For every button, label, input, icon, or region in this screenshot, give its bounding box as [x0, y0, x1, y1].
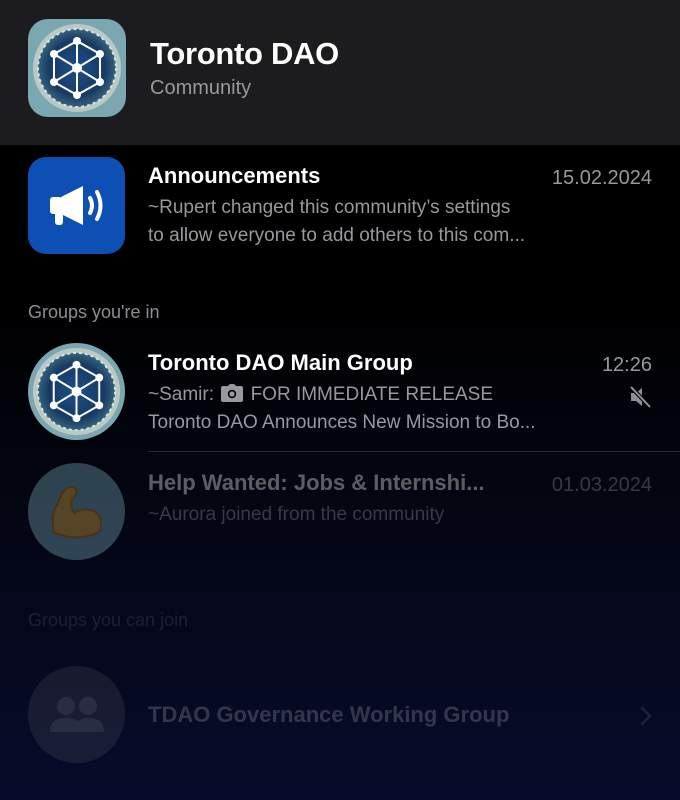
row-divider — [148, 451, 680, 452]
camera-icon — [221, 384, 244, 402]
megaphone-icon — [28, 157, 125, 254]
muted-speaker-icon — [628, 385, 652, 414]
announcements-row[interactable]: Announcements 15.02.2024 ~Rupert changed… — [0, 145, 680, 265]
group-preview-line1: ~Aurora joined from the community — [148, 504, 445, 525]
flexed-biceps-icon — [28, 463, 125, 560]
joinable-group-row[interactable]: TDAO Governance Working Group — [0, 660, 680, 770]
chevron-right-icon — [640, 706, 652, 731]
people-icon — [28, 666, 125, 763]
section-groups-in: Groups you're in — [28, 302, 160, 322]
group-row-main[interactable]: Toronto DAO Main Group 12:26 ~Samir: FOR… — [0, 335, 680, 450]
sender-name: ~Samir: — [148, 384, 214, 405]
announcements-time: 15.02.2024 — [551, 167, 652, 189]
joinable-group-name: TDAO Governance Working Group — [148, 702, 510, 727]
community-header[interactable]: Toronto DAO Community — [0, 0, 680, 145]
group-name: Toronto DAO Main Group — [148, 350, 413, 375]
community-subtitle: Community — [150, 77, 252, 99]
group-time: 12:26 — [601, 354, 652, 376]
group-time: 01.03.2024 — [551, 474, 652, 496]
group-row-help-wanted[interactable]: Help Wanted: Jobs & Internshi... 01.03.2… — [0, 455, 680, 567]
community-title: Toronto DAO — [150, 36, 339, 71]
announcements-name: Announcements — [148, 163, 321, 188]
group-preview-line2: Toronto DAO Announces New Mission to Bo.… — [148, 412, 536, 433]
announcements-preview-line2: to allow everyone to add others to this … — [148, 225, 526, 246]
toronto-dao-logo-icon — [28, 343, 125, 440]
preview-text: FOR IMMEDIATE RELEASE — [250, 384, 494, 405]
section-groups-can-join: Groups you can join — [28, 610, 189, 630]
group-preview-line1: ~Samir: FOR IMMEDIATE RELEASE — [148, 384, 493, 406]
group-name: Help Wanted: Jobs & Internshi... — [148, 470, 485, 495]
toronto-dao-logo-icon — [28, 19, 126, 117]
announcements-preview-line1: ~Rupert changed this community’s setting… — [148, 197, 511, 218]
